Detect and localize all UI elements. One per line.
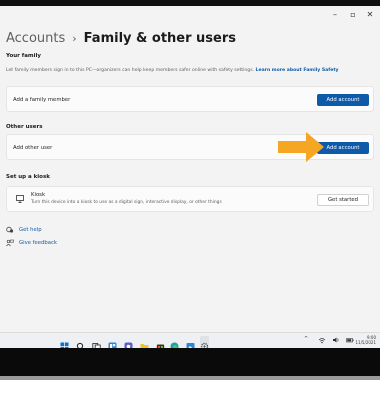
kiosk-heading: Set up a kiosk <box>6 174 50 180</box>
chevron-right-icon: › <box>72 31 77 45</box>
family-description-text: Let family members sign in to this PC—or… <box>6 68 255 73</box>
close-button[interactable]: ✕ <box>365 10 375 20</box>
taskbar: ^ 9:00 11/5/2021 <box>0 332 380 351</box>
breadcrumb-accounts[interactable]: Accounts <box>6 31 65 46</box>
settings-icon[interactable] <box>200 336 209 351</box>
give-feedback-link[interactable]: Give feedback <box>6 239 57 247</box>
device-bezel-black <box>0 348 380 376</box>
feedback-icon <box>6 239 14 247</box>
add-family-member-label: Add a family member <box>13 97 71 103</box>
store-icon[interactable] <box>156 336 165 351</box>
give-feedback-label: Give feedback <box>19 240 57 246</box>
learn-more-family-safety-link[interactable]: Learn more about Family Safety <box>256 68 339 73</box>
get-help-link[interactable]: Get help <box>6 226 42 234</box>
search-icon[interactable] <box>76 336 85 351</box>
get-started-button[interactable]: Get started <box>317 194 369 206</box>
your-family-description: Let family members sign in to this PC—or… <box>6 68 339 73</box>
breadcrumb: Accounts › Family & other users <box>6 28 236 48</box>
your-family-heading: Your family <box>6 53 41 59</box>
taskbar-clock[interactable]: 9:00 11/5/2021 <box>355 335 376 345</box>
chat-icon[interactable] <box>124 336 133 351</box>
windows-start-icon[interactable] <box>60 336 69 351</box>
device-bezel-bottom <box>0 348 380 400</box>
page-title: Family & other users <box>83 30 236 46</box>
battery-icon[interactable] <box>346 336 354 346</box>
kiosk-icon <box>16 195 24 203</box>
add-family-account-button[interactable]: Add account <box>317 94 369 106</box>
tray-chevron-icon[interactable]: ^ <box>304 336 308 342</box>
volume-icon[interactable] <box>332 336 340 346</box>
other-users-heading: Other users <box>6 124 43 130</box>
task-view-icon[interactable] <box>92 336 101 351</box>
kiosk-description: Turn this device into a kiosk to use as … <box>31 200 222 205</box>
get-help-label: Get help <box>19 227 42 233</box>
add-other-user-label: Add other user <box>13 145 53 151</box>
file-explorer-icon[interactable] <box>140 336 149 350</box>
wifi-icon[interactable] <box>318 336 326 346</box>
settings-window: – ▫ ✕ Accounts › Family & other users Yo… <box>0 6 380 332</box>
annotation-arrow-icon <box>278 132 324 162</box>
annotation-arrow-shape <box>278 132 324 162</box>
minimize-button[interactable]: – <box>330 10 340 20</box>
kiosk-title: Kiosk <box>31 192 46 198</box>
kiosk-card: Kiosk Turn this device into a kiosk to u… <box>6 186 374 212</box>
clock-date: 11/5/2021 <box>355 340 376 345</box>
widgets-icon[interactable] <box>108 336 117 351</box>
add-family-member-card: Add a family member Add account <box>6 86 374 112</box>
edge-icon[interactable] <box>170 336 179 351</box>
device-bezel-edge <box>0 376 380 380</box>
photos-icon[interactable] <box>186 336 195 350</box>
maximize-button[interactable]: ▫ <box>348 10 358 20</box>
help-icon <box>6 226 14 234</box>
